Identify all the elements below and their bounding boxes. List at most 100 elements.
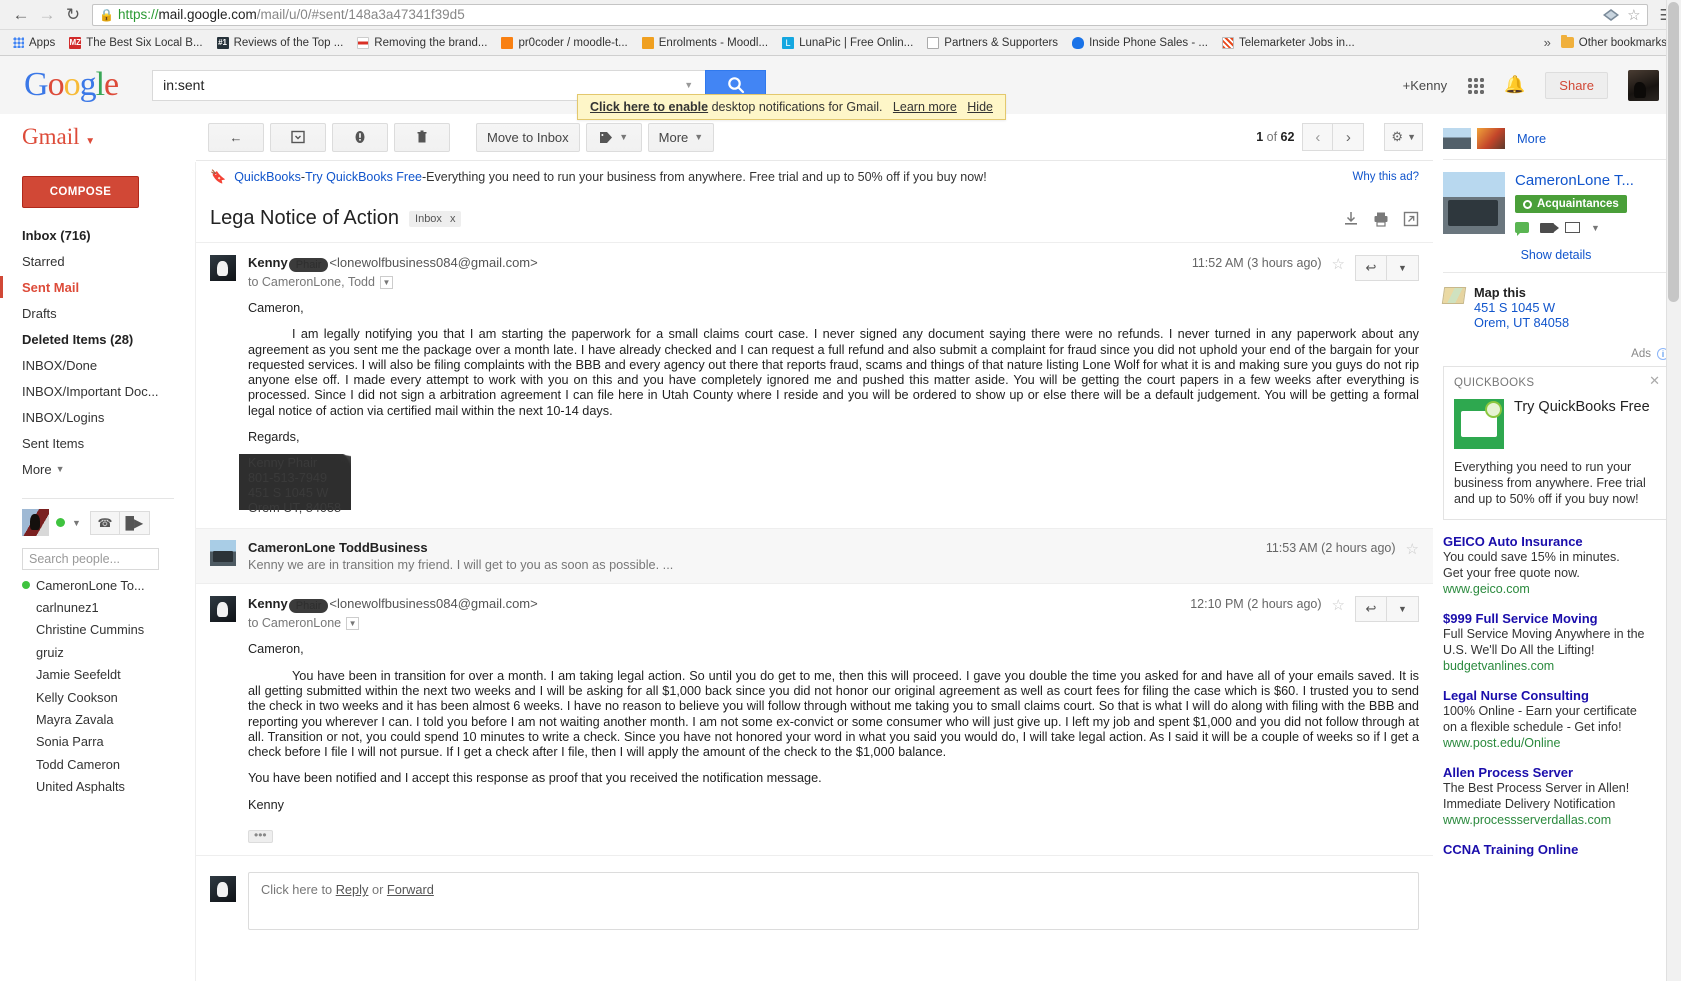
bookmark-item[interactable]: Removing the brand... bbox=[350, 36, 494, 49]
list-item[interactable]: Jamie Seefeldt bbox=[0, 664, 196, 686]
hide-banner-link[interactable]: Hide bbox=[967, 100, 993, 114]
chevron-down-icon[interactable]: ▼ bbox=[72, 518, 81, 528]
other-bookmarks-folder[interactable]: Other bookmarks bbox=[1560, 35, 1675, 49]
enable-notifications-link[interactable]: Click here to enable bbox=[590, 100, 708, 114]
learn-more-link[interactable]: Learn more bbox=[893, 100, 957, 114]
gmail-title[interactable]: Gmail ▼ bbox=[0, 114, 196, 162]
extension-icon[interactable] bbox=[1603, 8, 1620, 21]
bookmark-item[interactable]: Inside Phone Sales - ... bbox=[1065, 36, 1215, 49]
sidebar-item-sent-mail[interactable]: Sent Mail bbox=[0, 274, 196, 300]
back-to-list-icon[interactable]: ← bbox=[208, 122, 264, 152]
reply-icon[interactable]: ↩ bbox=[1355, 255, 1387, 281]
online-status-icon[interactable] bbox=[56, 518, 65, 527]
contact-photo-thumbnail[interactable] bbox=[1477, 128, 1505, 149]
contact-name[interactable]: CameronLone T... bbox=[1515, 172, 1634, 189]
reply-link[interactable]: Reply bbox=[336, 882, 369, 897]
forward-arrow-icon[interactable]: → bbox=[34, 2, 60, 28]
list-item[interactable]: United Asphalts bbox=[0, 776, 196, 798]
list-item[interactable]: CameronLone To... bbox=[0, 574, 196, 596]
forward-link[interactable]: Forward bbox=[387, 882, 434, 897]
archive-icon[interactable] bbox=[270, 122, 326, 152]
delete-icon[interactable] bbox=[394, 122, 450, 152]
ad-url[interactable]: www.geico.com bbox=[1443, 581, 1669, 597]
email-icon[interactable] bbox=[1565, 222, 1580, 233]
open-in-new-window-icon[interactable] bbox=[1403, 211, 1419, 227]
bell-icon[interactable]: 🔔 bbox=[1504, 75, 1525, 95]
reply-icon[interactable]: ↩ bbox=[1355, 596, 1387, 623]
map-card[interactable]: Map this 451 S 1045 W Orem, UT 84058 bbox=[1441, 273, 1669, 342]
bookmark-item[interactable]: #1 Reviews of the Top ... bbox=[210, 36, 351, 49]
ad-url[interactable]: www.processserverdallas.com bbox=[1443, 812, 1669, 828]
list-item[interactable]: gruiz bbox=[0, 641, 196, 663]
close-icon[interactable]: x bbox=[450, 213, 456, 225]
ad-title[interactable]: GEICO Auto Insurance bbox=[1443, 534, 1669, 550]
gear-icon[interactable]: ⚙ ▼ bbox=[1384, 123, 1423, 151]
ad-url[interactable]: budgetvanlines.com bbox=[1443, 658, 1669, 674]
reload-icon[interactable]: ↻ bbox=[60, 2, 86, 28]
chevron-down-icon[interactable]: ▼ bbox=[346, 616, 360, 630]
list-item[interactable]: carlnunez1 bbox=[0, 596, 196, 618]
bookmark-star-icon[interactable]: ☆ bbox=[1627, 6, 1640, 24]
contact-photo-thumbnail[interactable] bbox=[1443, 128, 1471, 149]
chevron-down-icon[interactable]: ▼ bbox=[1387, 255, 1419, 281]
bookmark-item[interactable]: pr0coder / moodle-t... bbox=[494, 36, 634, 49]
google-plus-name-link[interactable]: +Kenny bbox=[1403, 78, 1447, 93]
status-badge[interactable]: Inbox x bbox=[409, 210, 462, 227]
avatar[interactable] bbox=[1628, 69, 1659, 101]
download-icon[interactable] bbox=[1343, 211, 1359, 227]
search-options-chevron-down-icon[interactable]: ▼ bbox=[680, 80, 697, 90]
ad-title[interactable]: CCNA Training Online bbox=[1443, 842, 1669, 858]
ad-url[interactable]: www.post.edu/Online bbox=[1443, 735, 1669, 751]
close-icon[interactable]: ✕ bbox=[1649, 373, 1660, 389]
quickbooks-ad-card[interactable]: ✕ QUICKBOOKS Try QuickBooks Free Everyth… bbox=[1443, 366, 1669, 520]
back-arrow-icon[interactable]: ← bbox=[8, 2, 34, 28]
page-scrollbar[interactable] bbox=[1666, 0, 1681, 981]
sidebar-item-deleted-items[interactable]: Deleted Items (28) bbox=[0, 326, 196, 352]
sidebar-item-inbox[interactable]: Inbox (716) bbox=[0, 222, 196, 248]
ad-title[interactable]: $999 Full Service Moving bbox=[1443, 611, 1669, 627]
search-people-input[interactable] bbox=[22, 548, 159, 570]
contact-avatar[interactable] bbox=[1443, 172, 1505, 234]
reply-box[interactable]: Click here to Reply or Forward bbox=[248, 872, 1419, 931]
bookmark-item[interactable]: Enrolments - Moodl... bbox=[635, 36, 775, 49]
search-input[interactable] bbox=[161, 76, 681, 94]
bookmark-item[interactable]: Partners & Supporters bbox=[920, 36, 1065, 49]
sidebar-item-starred[interactable]: Starred bbox=[0, 248, 196, 274]
ad-title[interactable]: Allen Process Server bbox=[1443, 765, 1669, 781]
thread-message-collapsed[interactable]: CameronLone ToddBusiness Kenny we are in… bbox=[196, 528, 1433, 584]
sidebar-item-sent-items[interactable]: Sent Items bbox=[0, 430, 196, 456]
show-details-link[interactable]: Show details bbox=[1443, 244, 1669, 272]
address-bar[interactable]: 🔒 https://mail.google.com/mail/u/0/#sent… bbox=[92, 3, 1648, 26]
list-item[interactable]: Mayra Zavala bbox=[0, 708, 196, 730]
show-trimmed-content-button[interactable]: ••• bbox=[248, 829, 273, 844]
list-item[interactable]: Todd Cameron bbox=[0, 753, 196, 775]
why-this-ad-link[interactable]: Why this ad? bbox=[1353, 171, 1419, 183]
share-button[interactable]: Share bbox=[1545, 71, 1608, 99]
scrollbar-thumb[interactable] bbox=[1668, 2, 1679, 302]
video-call-icon[interactable]: █▶ bbox=[119, 510, 150, 535]
move-to-inbox-button[interactable]: Move to Inbox bbox=[476, 122, 580, 152]
bookmark-item[interactable]: Telemarketer Jobs in... bbox=[1215, 36, 1362, 49]
list-item[interactable]: Kelly Cookson bbox=[0, 686, 196, 708]
ad-advertiser-link[interactable]: QuickBooks bbox=[234, 170, 301, 184]
bookmark-item[interactable]: MZ The Best Six Local B... bbox=[62, 36, 209, 49]
ad-headline[interactable]: Try QuickBooks Free bbox=[1514, 399, 1650, 416]
bookmark-apps[interactable]: Apps bbox=[6, 37, 62, 49]
apps-grid-icon[interactable] bbox=[1467, 76, 1485, 94]
report-spam-icon[interactable] bbox=[332, 122, 388, 152]
print-icon[interactable] bbox=[1373, 211, 1389, 227]
star-icon[interactable]: ☆ bbox=[1332, 596, 1345, 614]
ad-cta-link[interactable]: Try QuickBooks Free bbox=[305, 170, 422, 184]
chat-icon[interactable] bbox=[1515, 222, 1529, 236]
avatar[interactable] bbox=[22, 509, 49, 536]
more-actions-button[interactable]: More ▼ bbox=[647, 122, 715, 152]
chevron-down-icon[interactable]: ▼ bbox=[1387, 596, 1419, 623]
video-call-icon[interactable] bbox=[1540, 222, 1559, 233]
previous-page-icon[interactable]: ‹ bbox=[1302, 123, 1334, 151]
chevron-down-icon[interactable]: ▼ bbox=[379, 275, 393, 289]
star-icon[interactable]: ☆ bbox=[1332, 255, 1345, 273]
star-icon[interactable]: ☆ bbox=[1406, 540, 1419, 558]
address-line-1[interactable]: 451 S 1045 W bbox=[1474, 300, 1569, 315]
sidebar-item-inbox-important-doc[interactable]: INBOX/Important Doc... bbox=[0, 378, 196, 404]
labels-tag-icon[interactable]: ▼ bbox=[585, 122, 642, 152]
